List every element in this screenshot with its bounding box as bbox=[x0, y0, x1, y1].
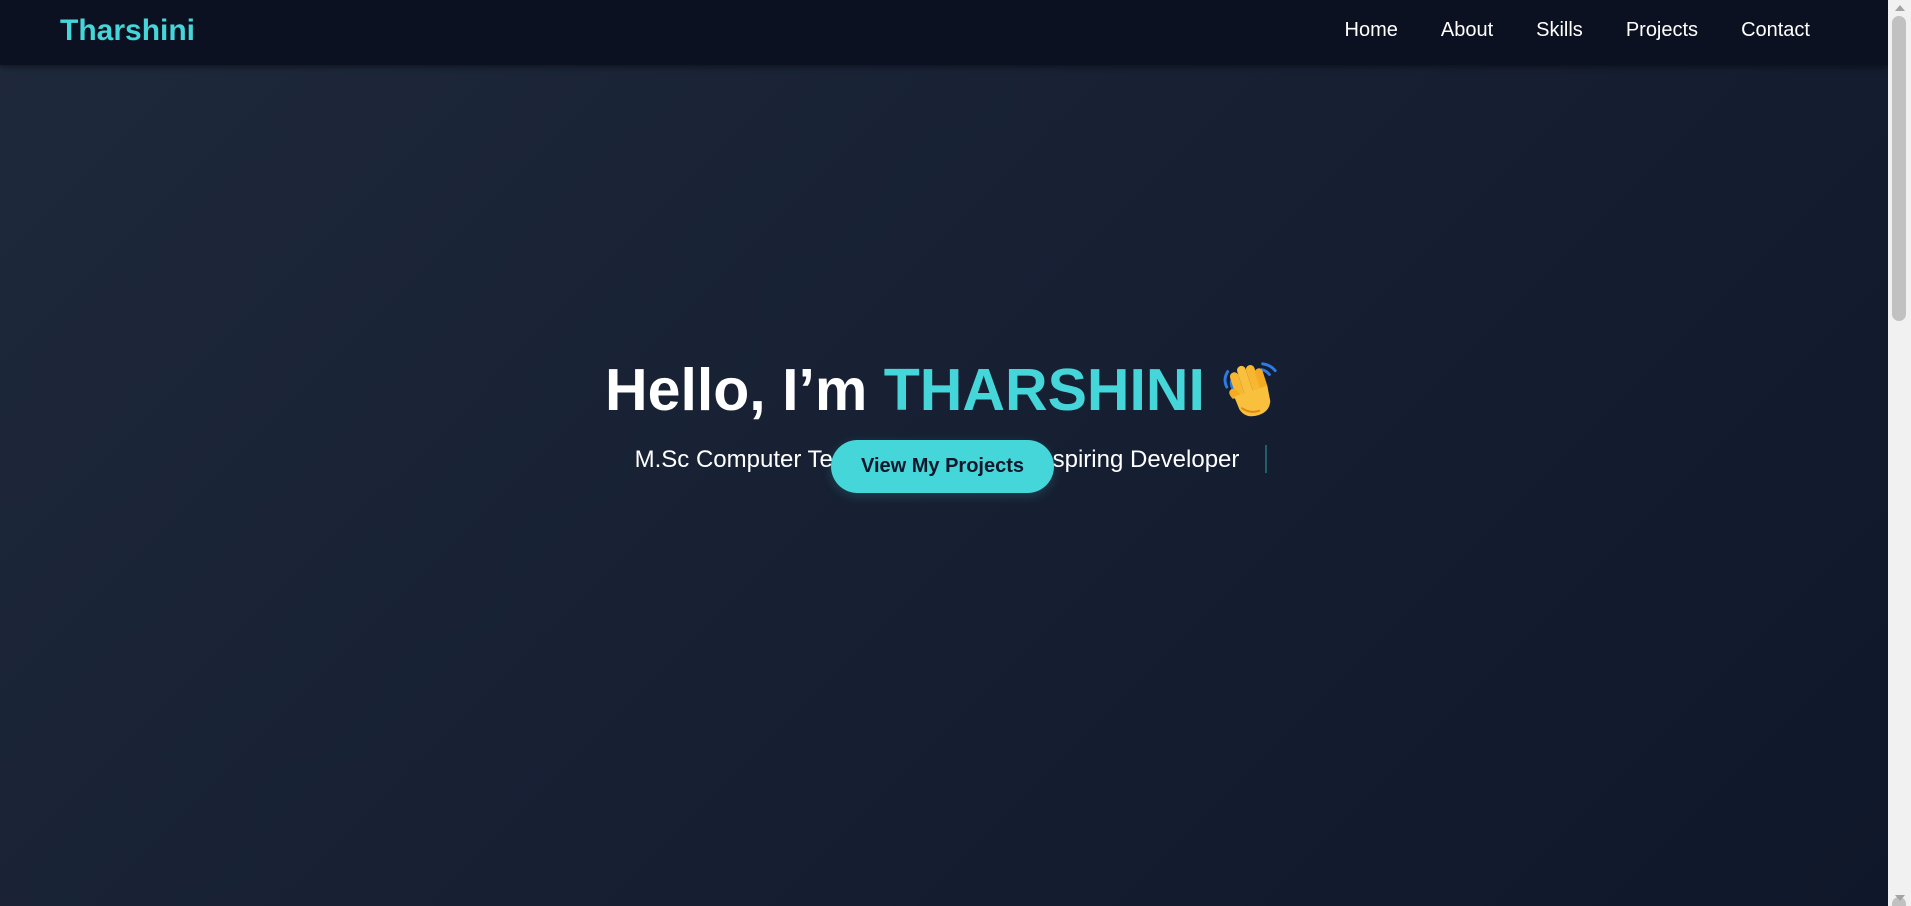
scroll-up-arrow-icon[interactable] bbox=[1895, 5, 1905, 11]
hero-title: Hello, I’m THARSHINI bbox=[0, 358, 1887, 420]
waving-hand-icon bbox=[1219, 358, 1281, 420]
hero-name: THARSHINI bbox=[883, 357, 1205, 423]
page-scrollbar[interactable] bbox=[1888, 0, 1911, 906]
page: Tharshini Home About Skills Projects Con… bbox=[0, 0, 1888, 906]
scroll-down-arrow-icon[interactable] bbox=[1895, 895, 1905, 901]
view-projects-button[interactable]: View My Projects bbox=[831, 440, 1054, 493]
navbar: Tharshini Home About Skills Projects Con… bbox=[0, 0, 1888, 65]
nav-link-contact[interactable]: Contact bbox=[1741, 19, 1810, 42]
scrollbar-thumb[interactable] bbox=[1892, 16, 1906, 321]
hero-greeting: Hello, I’m bbox=[605, 357, 884, 423]
brand-logo[interactable]: Tharshini bbox=[60, 14, 195, 48]
nav-links: Home About Skills Projects Contact bbox=[1302, 19, 1810, 42]
nav-link-home[interactable]: Home bbox=[1345, 19, 1398, 42]
nav-link-projects[interactable]: Projects bbox=[1626, 19, 1698, 42]
nav-link-about[interactable]: About bbox=[1441, 19, 1493, 42]
nav-link-skills[interactable]: Skills bbox=[1536, 19, 1583, 42]
typing-cursor bbox=[1265, 445, 1268, 473]
